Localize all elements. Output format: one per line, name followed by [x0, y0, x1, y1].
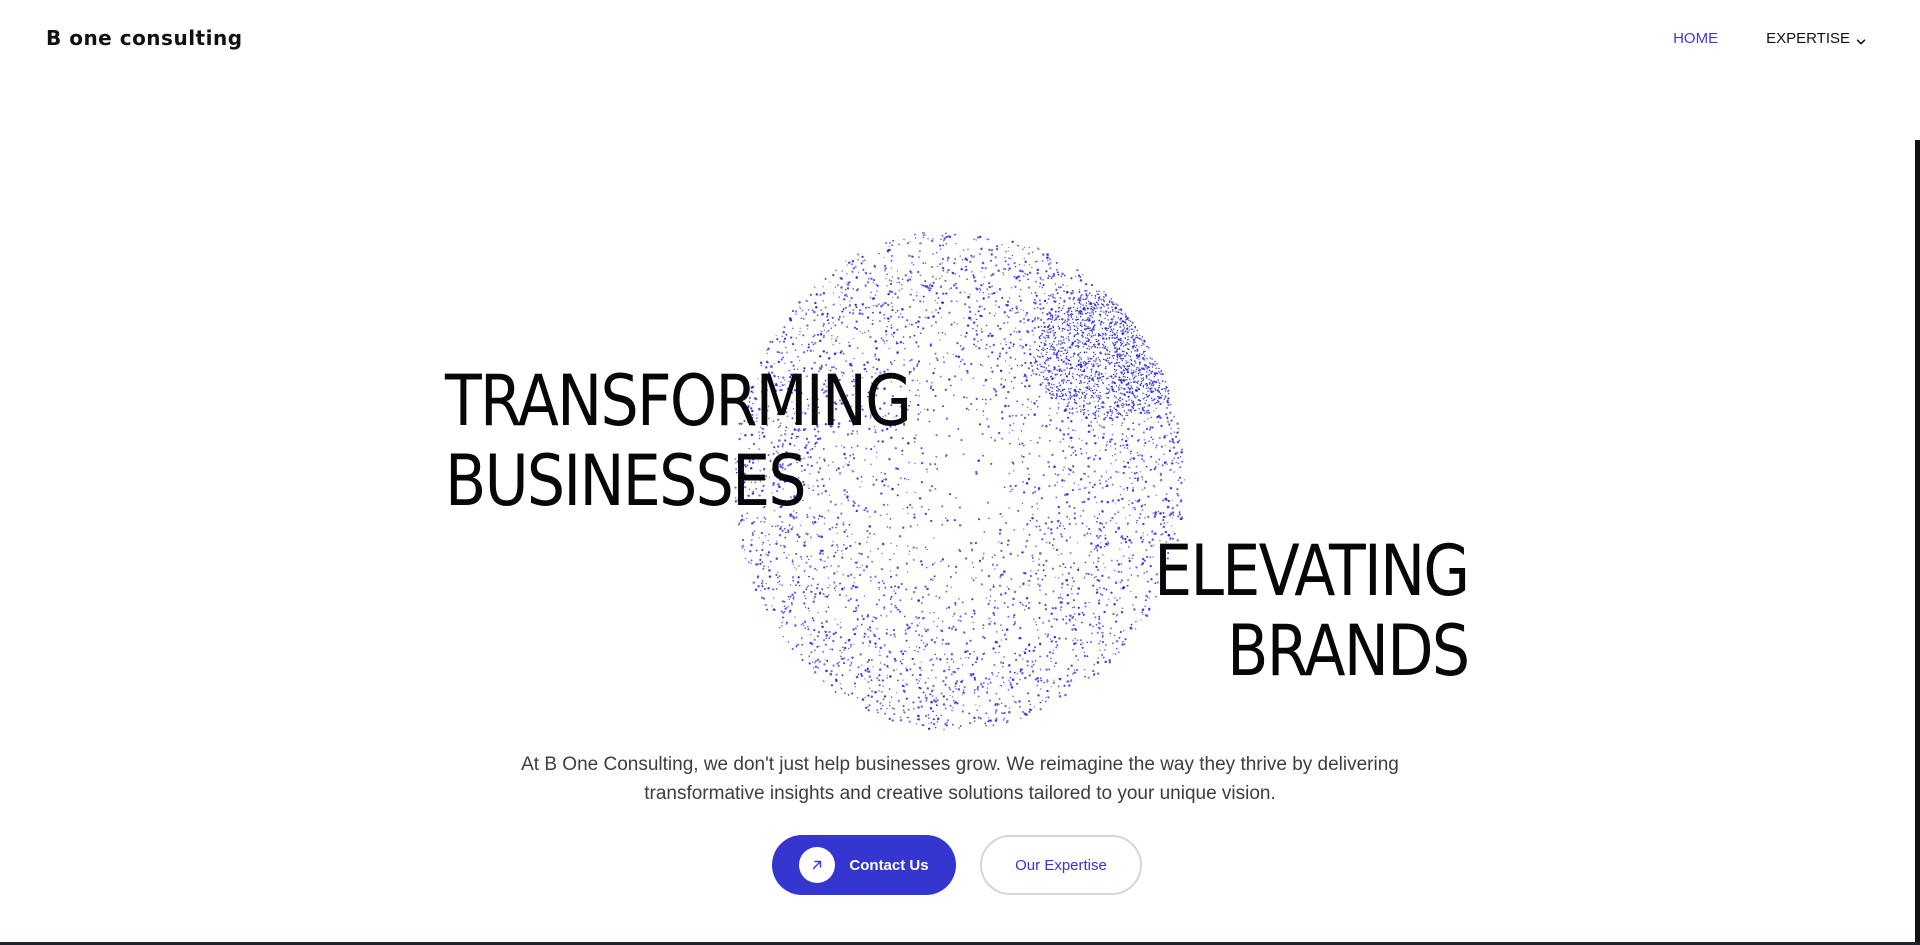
right-edge-bar: [1915, 140, 1920, 945]
contact-us-label: Contact Us: [849, 856, 929, 874]
headline-elevating-brands: ELEVATING BRANDS: [1153, 529, 1470, 692]
nav-item-expertise-label: EXPERTISE: [1766, 30, 1850, 47]
main-nav: HOME EXPERTISE: [1673, 30, 1866, 47]
nav-item-expertise[interactable]: EXPERTISE: [1766, 30, 1866, 47]
headline-line: ELEVATING: [1153, 529, 1470, 612]
headline-line: BUSINESSES: [445, 439, 807, 522]
cta-row: Contact Us Our Expertise: [772, 835, 1142, 895]
our-expertise-label: Our Expertise: [1015, 856, 1107, 874]
chevron-down-icon: [1856, 34, 1866, 44]
arrow-up-right-icon: [799, 847, 836, 883]
our-expertise-button[interactable]: Our Expertise: [980, 835, 1142, 895]
headline-line: BRANDS: [1226, 609, 1470, 692]
page: B one consulting HOME EXPERTISE TRANSFOR…: [0, 0, 1920, 945]
headline-line: TRANSFORMING: [445, 359, 912, 442]
nav-item-home[interactable]: HOME: [1673, 30, 1718, 47]
logo[interactable]: B one consulting: [46, 26, 243, 50]
hero-description: At B One Consulting, we don't just help …: [521, 754, 1399, 804]
headline-transforming-businesses: TRANSFORMING BUSINESSES: [445, 359, 912, 522]
contact-us-button[interactable]: Contact Us: [772, 835, 956, 895]
nav-item-home-label: HOME: [1673, 30, 1719, 47]
